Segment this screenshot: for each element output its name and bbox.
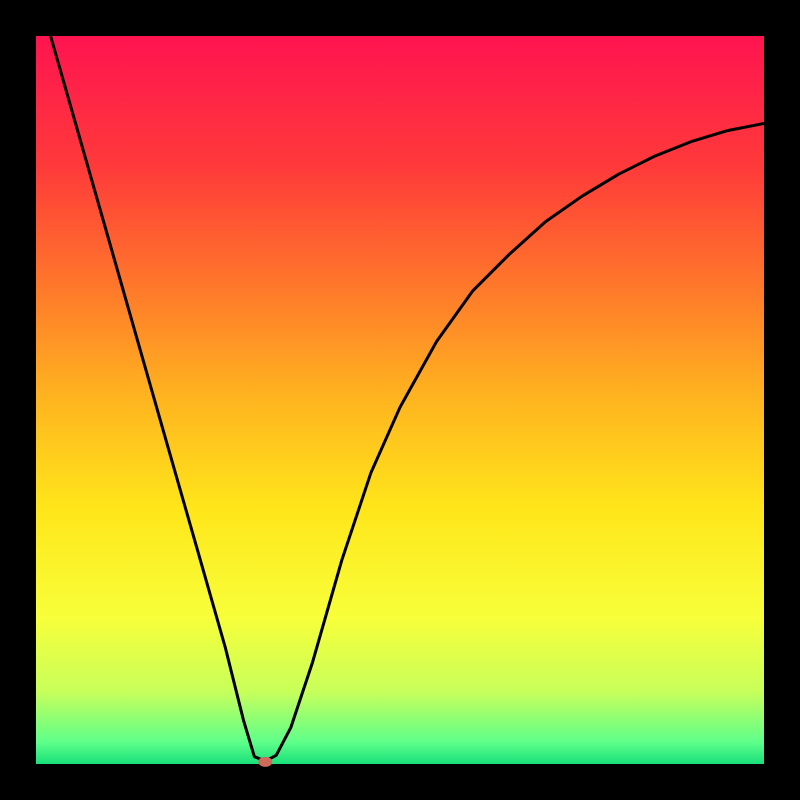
- plot-background: [36, 36, 764, 764]
- minimum-marker: [258, 757, 272, 767]
- bottleneck-chart: [0, 0, 800, 800]
